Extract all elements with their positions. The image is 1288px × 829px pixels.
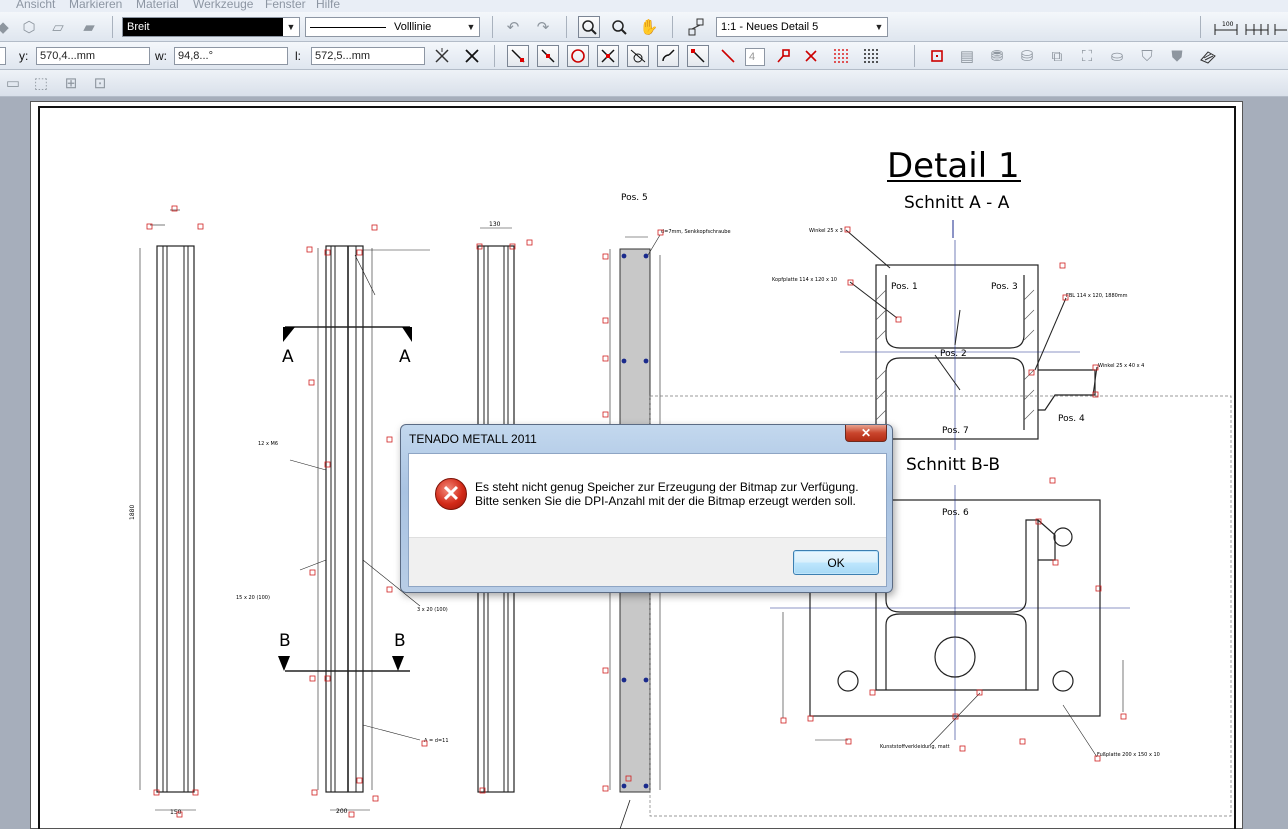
note-weld-2: 3 x 20 (100) [417,607,448,613]
ok-button[interactable]: OK [793,550,879,575]
drawing-area-margin [1243,101,1288,829]
section-marker-b-left: B [279,631,291,651]
dimension-130: 130 [489,221,501,228]
note-holes: 12 x M6 [258,441,278,447]
cad-drawing: 1880 150 A A B B 12 x M6 15 x 20 (100) 3… [129,146,1232,829]
note-pitch: A = d=11 [424,738,449,744]
label-pos-5: Pos. 5 [621,193,648,203]
note-angle-1: Winkel 25 x 3 [809,228,843,234]
dialog-title: TENADO METALL 2011 [409,432,537,446]
note-flat-bar: FBL 114 x 120, 1880mm [1066,293,1128,299]
section-arrow-b-left [278,656,290,671]
dialog-footer: OK [409,537,886,586]
dimension-1880: 1880 [129,505,136,520]
close-icon: ✕ [860,426,872,440]
section-aa-title: Schnitt A - A [904,193,1010,213]
label-pos-2: Pos. 2 [940,349,967,359]
section-arrow-a-left [283,327,295,342]
section-marker-b-right: B [394,631,406,651]
note-foot-plate: Fußplatte 200 x 150 x 10 [1097,752,1160,758]
label-pos-3: Pos. 3 [991,282,1018,292]
error-icon: ✕ [435,478,467,510]
error-dialog: TENADO METALL 2011 ✕ ✕ Es steht nicht ge… [400,424,893,593]
section-marker-a-right: A [399,347,411,367]
column-side-view [139,209,196,811]
label-pos-7: Pos. 7 [942,426,969,436]
note-plastic: Kunststoffverkleidung, matt [880,744,950,750]
dialog-body: ✕ Es steht nicht genug Speicher zur Erze… [408,453,887,587]
dimension-150: 150 [170,809,182,816]
section-arrow-b-right [392,656,404,671]
dimension-200: 200 [336,808,348,815]
note-plate: Kopfplatte 114 x 120 x 10 [772,277,837,283]
dialog-message: Es steht nicht genug Speicher zur Erzeug… [475,480,859,508]
section-marker-a-left: A [282,347,294,367]
section-bb-title: Schnitt B-B [906,455,1000,475]
note-screw: d=7mm, Senkkopfschraube [661,229,731,235]
label-pos-6: Pos. 6 [942,508,969,518]
label-pos-1: Pos. 1 [891,282,918,292]
note-weld-1: 15 x 20 (100) [236,595,270,601]
section-arrow-a-right [402,327,412,342]
label-pos-4: Pos. 4 [1058,414,1085,424]
note-angle-2: Winkel 25 x 40 x 4 [1098,363,1144,369]
dialog-close-button[interactable]: ✕ [845,425,887,442]
